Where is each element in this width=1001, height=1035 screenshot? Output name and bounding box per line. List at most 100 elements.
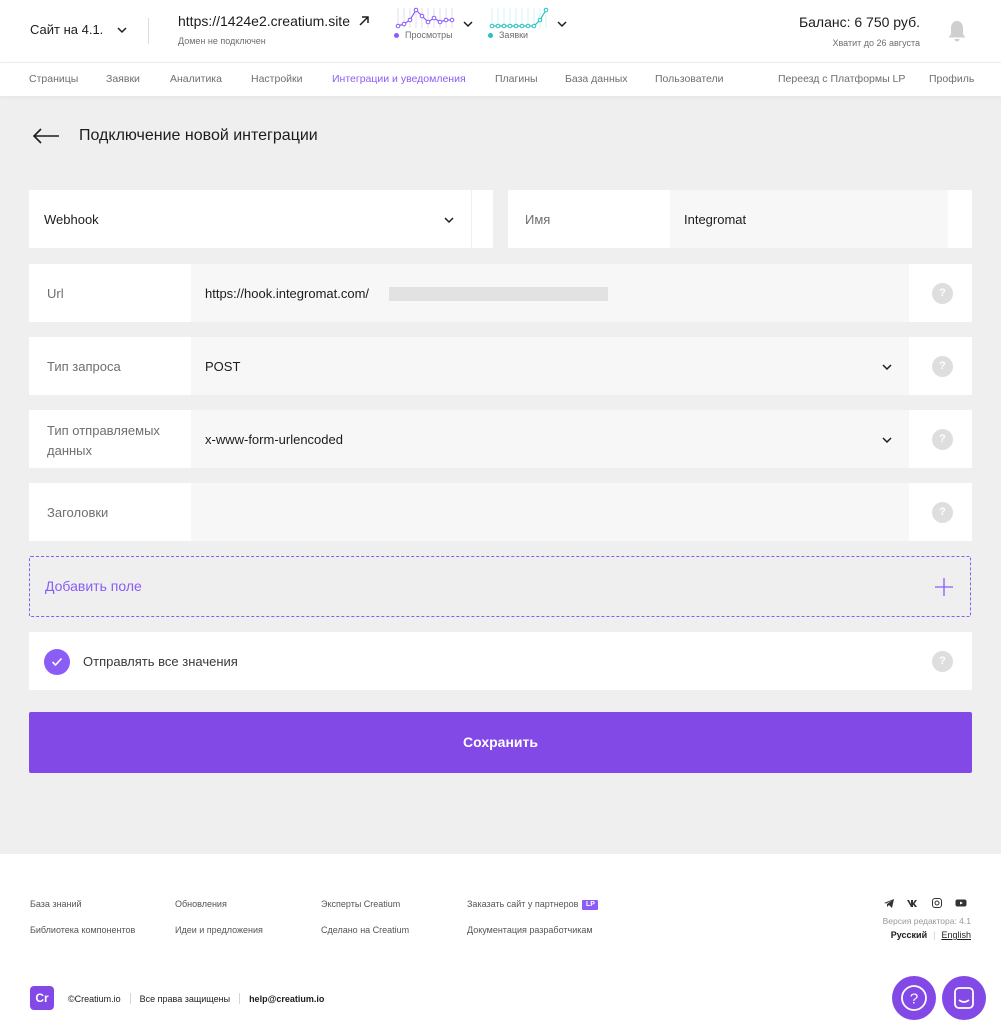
plus-icon	[935, 578, 953, 596]
leads-stat[interactable]: Заявки	[488, 6, 567, 40]
views-legend-label: Просмотры	[405, 30, 453, 40]
views-dot	[394, 32, 399, 38]
send-all-label: Отправлять все значения	[83, 654, 238, 669]
copyright: ©Creatium.io	[68, 993, 121, 1004]
lang-ru[interactable]: Русский	[891, 930, 927, 940]
headers-card: Заголовки ?	[29, 483, 972, 541]
balance-block[interactable]: Баланс: 6 750 руб. Хватит до 26 августа	[799, 14, 920, 48]
footer-link-order-site[interactable]: Заказать сайт у партнеров LP	[467, 899, 599, 910]
data-type-select[interactable]: x-www-form-urlencoded	[191, 410, 909, 468]
nav-item-users[interactable]: Пользователи	[655, 73, 724, 85]
question-circle-icon: ?	[901, 985, 927, 1011]
leads-sparkline-icon	[489, 7, 549, 29]
request-type-label: Тип запроса	[47, 359, 121, 374]
site-name: Сайт на 4.1.	[30, 22, 104, 37]
footer-link-made-on[interactable]: Сделано на Creatium	[321, 925, 409, 935]
footer-link-experts[interactable]: Эксперты Creatium	[321, 899, 400, 909]
nav-item-leads[interactable]: Заявки	[106, 73, 140, 85]
help-button-glyph: ?	[910, 991, 918, 1008]
data-type-card: Тип отправляемых данных x-www-form-urlen…	[29, 410, 972, 468]
balance-amount: Баланс: 6 750 руб.	[798, 14, 920, 30]
request-type-card: Тип запроса POST ?	[29, 337, 972, 395]
footer: База знаний Библиотека компонентов Обнов…	[0, 854, 1001, 1035]
nav-item-settings[interactable]: Настройки	[251, 73, 303, 85]
chevron-down-icon	[557, 21, 567, 28]
domain-url: https://1424e2.creatium.site	[178, 13, 350, 29]
request-type-select[interactable]: POST	[191, 337, 909, 395]
footer-link-components[interactable]: Библиотека компонентов	[30, 925, 135, 935]
url-redacted-mask	[389, 287, 608, 301]
help-icon[interactable]: ?	[932, 356, 953, 377]
chevron-down-icon	[444, 217, 454, 224]
telegram-icon[interactable]	[883, 897, 895, 909]
support-email[interactable]: help@creatium.io	[249, 994, 324, 1004]
chevron-down-icon	[882, 364, 892, 371]
select-edge	[471, 190, 493, 248]
help-icon[interactable]: ?	[932, 502, 953, 523]
views-stat[interactable]: Просмотры	[394, 6, 473, 40]
external-link-icon	[359, 16, 369, 26]
nav-item-analytics[interactable]: Аналитика	[170, 73, 222, 85]
footer-link-order-site-label: Заказать сайт у партнеров	[467, 899, 579, 909]
views-sparkline-icon	[395, 7, 455, 29]
domain-link[interactable]: https://1424e2.creatium.site	[178, 13, 370, 29]
youtube-icon[interactable]	[955, 897, 967, 909]
footer-link-knowledge-base[interactable]: База знаний	[30, 899, 82, 909]
url-input[interactable]: https://hook.integromat.com/	[191, 264, 909, 322]
nav-item-pages[interactable]: Страницы	[29, 73, 78, 85]
balance-note: Хватит до 26 августа	[832, 38, 920, 48]
nav-item-plugins[interactable]: Плагины	[495, 73, 538, 85]
footer-link-ideas[interactable]: Идеи и предложения	[175, 925, 263, 935]
name-label: Имя	[525, 212, 551, 227]
footer-link-dev-docs[interactable]: Документация разработчикам	[467, 925, 593, 935]
check-icon	[51, 657, 63, 667]
instagram-icon[interactable]	[931, 897, 943, 909]
nav-item-database[interactable]: База данных	[565, 73, 628, 85]
bell-icon[interactable]	[946, 19, 968, 43]
help-button[interactable]: ?	[892, 976, 936, 1020]
editor-version: Версия редактора: 4.1	[882, 916, 971, 926]
chat-button[interactable]	[942, 976, 986, 1020]
footer-link-updates[interactable]: Обновления	[175, 899, 227, 909]
save-button[interactable]: Сохранить	[29, 712, 972, 773]
name-value: Integromat	[684, 212, 747, 227]
lang-en[interactable]: English	[941, 930, 971, 940]
nav-item-profile[interactable]: Профиль	[929, 73, 974, 85]
vk-icon[interactable]	[906, 897, 918, 909]
help-icon[interactable]: ?	[932, 651, 953, 672]
copyright-divider	[129, 993, 131, 1004]
language-switcher: Русский | English	[891, 930, 971, 940]
copyright-divider	[239, 993, 241, 1004]
add-field-label: Добавить поле	[45, 578, 142, 594]
help-icon[interactable]: ?	[932, 429, 953, 450]
chat-icon	[954, 987, 974, 1009]
rights: Все права защищены	[139, 993, 231, 1004]
name-input[interactable]: Integromat	[670, 190, 948, 248]
url-value: https://hook.integromat.com/	[205, 286, 370, 301]
data-type-label-line1: Тип отправляемых	[47, 423, 160, 438]
leads-legend: Заявки	[488, 30, 552, 40]
headers-label: Заголовки	[47, 505, 109, 520]
back-arrow-icon[interactable]	[31, 126, 61, 146]
help-icon[interactable]: ?	[932, 283, 953, 304]
request-type-value: POST	[205, 359, 241, 374]
headers-input[interactable]	[191, 483, 909, 541]
copyright-row: ©Creatium.io Все права защищены help@cre…	[68, 993, 324, 1004]
leads-legend-label: Заявки	[499, 30, 529, 40]
creatium-logo: Cr	[30, 986, 54, 1010]
send-all-checkbox[interactable]	[44, 649, 70, 675]
data-type-value: x-www-form-urlencoded	[205, 432, 343, 447]
nav-item-migration[interactable]: Переезд с Платформы LP	[778, 73, 905, 85]
integration-type-select[interactable]: Webhook	[29, 190, 493, 248]
site-selector[interactable]: Сайт на 4.1.	[30, 22, 129, 37]
chevron-down-icon	[117, 26, 127, 33]
lang-separator: |	[933, 930, 936, 940]
add-field-button[interactable]: Добавить поле	[29, 556, 971, 617]
integration-type-value: Webhook	[44, 212, 99, 227]
views-legend: Просмотры	[394, 30, 458, 40]
nav-item-integrations[interactable]: Интеграции и уведомления	[332, 73, 466, 85]
chevron-down-icon	[882, 437, 892, 444]
data-type-label: Тип отправляемых данных	[47, 421, 160, 461]
url-field-card: Url https://hook.integromat.com/ ?	[29, 264, 972, 322]
domain-status: Домен не подключен	[178, 36, 266, 46]
